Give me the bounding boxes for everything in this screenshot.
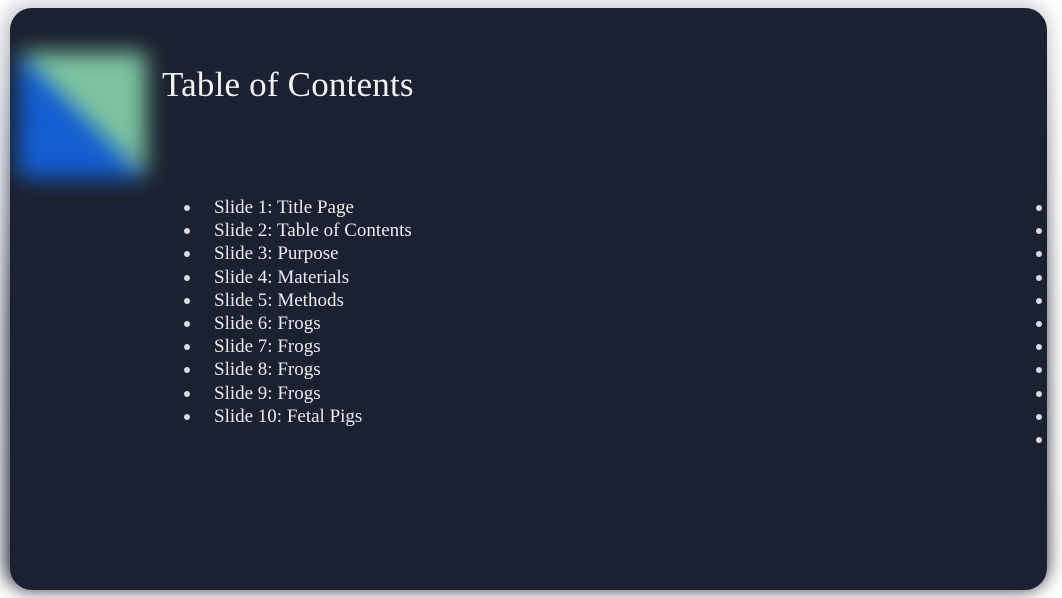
bullet-icon: [1036, 367, 1042, 374]
list-item[interactable]: Slide 1: Title Page: [178, 196, 435, 219]
bullet-icon: [184, 251, 190, 258]
list-item[interactable]: Slide 12: Fetal Pigs: [1030, 219, 1047, 242]
list-item[interactable]: Slide 2: Table of Contents: [178, 219, 435, 242]
list-item[interactable]: Slide 8: Frogs: [178, 358, 435, 381]
list-item-label: Slide 2: Table of Contents: [214, 220, 412, 242]
bullet-icon: [184, 205, 190, 211]
bullet-icon: [184, 413, 190, 420]
list-item[interactable]: Slide 14: Fetal Pigs: [1030, 266, 1047, 289]
bullet-icon: [1036, 344, 1042, 351]
page-title: Table of Contents: [162, 65, 414, 104]
list-item-label: Slide 9: Frogs: [214, 382, 321, 404]
bullet-icon: [184, 344, 190, 351]
bullet-icon: [1036, 413, 1042, 420]
bullet-icon: [1036, 228, 1042, 235]
list-item[interactable]: Slide 13: Fetal Pigs: [1030, 242, 1047, 265]
list-item[interactable]: Slide 20: Conclusion: [1030, 405, 1047, 428]
slide-stage: Table of Contents Slide 1: Title Page Sl…: [0, 0, 1062, 598]
decoration-green-triangle: [18, 52, 146, 178]
bullet-icon: [1036, 390, 1042, 397]
toc-column-right: Slide 11: Fetal Pigs Slide 12: Fetal Pig…: [435, 196, 1042, 451]
bullet-icon: [184, 390, 190, 397]
list-item[interactable]: Slide 5: Methods: [178, 289, 435, 312]
presentation-slide: Table of Contents Slide 1: Title Page Sl…: [10, 8, 1047, 590]
table-of-contents-content: Slide 1: Title Page Slide 2: Table of Co…: [10, 196, 1047, 451]
list-item[interactable]: Slide 19: Discussion: [1030, 382, 1047, 405]
list-item-label: Slide 10: Fetal Pigs: [214, 405, 363, 427]
list-item[interactable]: Slide 7: Frogs: [178, 335, 435, 358]
bullet-icon: [184, 321, 190, 328]
list-item[interactable]: Slide 3: Purpose: [178, 242, 435, 265]
list-item-label: Slide 6: Frogs: [214, 313, 321, 335]
bullet-icon: [184, 274, 190, 281]
list-item[interactable]: Slide 4: Materials: [178, 266, 435, 289]
list-item[interactable]: Slide 18: Fish: [1030, 358, 1047, 381]
list-item-label: Slide 7: Frogs: [214, 336, 321, 358]
list-item-label: Slide 5: Methods: [214, 289, 344, 311]
list-item-label: Slide 1: Title Page: [214, 197, 354, 218]
bullet-icon: [1036, 321, 1042, 328]
bullet-icon: [184, 367, 190, 374]
bullet-icon: [1036, 205, 1042, 211]
list-item[interactable]: Slide 16: Fish: [1030, 312, 1047, 335]
bullet-icon: [1036, 251, 1042, 258]
list-item-label: Slide 4: Materials: [214, 266, 350, 288]
list-item[interactable]: Slide 11: Fetal Pigs: [1030, 196, 1047, 219]
list-item[interactable]: Slide 9: Frogs: [178, 382, 435, 405]
decorative-diagonal-square-icon: [18, 52, 146, 178]
list-item[interactable]: Slide 6: Frogs: [178, 312, 435, 335]
list-item[interactable]: Slide 21: References: [1030, 428, 1047, 451]
list-item[interactable]: Slide 15: Fish: [1030, 289, 1047, 312]
toc-column-left: Slide 1: Title Page Slide 2: Table of Co…: [10, 196, 435, 451]
bullet-icon: [1036, 297, 1042, 304]
bullet-icon: [184, 297, 190, 304]
bullet-icon: [184, 228, 190, 235]
list-item-label: Slide 8: Frogs: [214, 359, 321, 381]
bullet-icon: [1036, 437, 1042, 444]
bullet-icon: [1036, 274, 1042, 281]
list-item-label: Slide 3: Purpose: [214, 243, 339, 265]
toc-list-left: Slide 1: Title Page Slide 2: Table of Co…: [178, 196, 435, 428]
list-item[interactable]: Slide 10: Fetal Pigs: [178, 405, 435, 428]
decoration-blue-triangle: [18, 52, 146, 178]
list-item[interactable]: Slide 17: Fish: [1030, 335, 1047, 358]
